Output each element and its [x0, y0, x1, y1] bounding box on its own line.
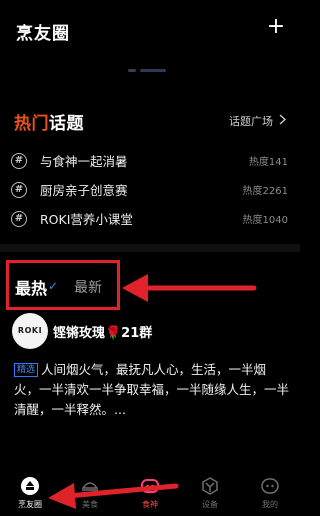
tab-food[interactable]: 美食 — [70, 476, 110, 510]
tab-label: 烹友圈 — [18, 500, 42, 509]
tab-newest[interactable]: 最新 — [74, 277, 102, 297]
carousel-dot-active[interactable] — [140, 68, 166, 72]
tab-label: 设备 — [202, 500, 218, 509]
tab-chef[interactable]: 食神 — [130, 476, 170, 510]
topic-square-link[interactable]: 话题广场 — [229, 113, 286, 129]
hot-topics-header: 热门话题 话题广场 — [0, 106, 300, 136]
topic-heat: 热度141 — [248, 157, 288, 168]
hot-topics-title: 热门话题 — [14, 109, 84, 134]
carousel-dot[interactable] — [128, 68, 136, 72]
chef-icon — [141, 479, 159, 493]
tab-label: 食神 — [142, 500, 158, 509]
post-content[interactable]: 精选 人间烟火气，最抚凡人心，生活，一半烟火，一半清欢一半争取幸福，一半随缘人生，… — [14, 360, 290, 420]
topic-heat: 热度2261 — [242, 186, 288, 197]
section-divider — [0, 244, 300, 252]
annotation-arrow-tabs — [122, 274, 257, 302]
topic-list: # 与食神一起消暑 热度141 # 厨房亲子创意赛 热度2261 # ROKI营… — [0, 146, 300, 233]
tab-label: 美食 — [82, 500, 98, 509]
topic-item[interactable]: # ROKI营养小课堂 热度1040 — [0, 204, 300, 233]
food-icon — [81, 482, 99, 491]
featured-badge: 精选 — [14, 363, 39, 377]
hot-topics-title-rest: 话题 — [49, 114, 84, 134]
feed-tabs-highlight-box: 最热 ✓ 最新 — [6, 260, 120, 310]
hashtag-icon: # — [11, 152, 27, 169]
tab-device[interactable]: 设备 — [190, 476, 230, 510]
post-text: 人间烟火气，最抚凡人心，生活，一半烟火，一半清欢一半争取幸福，一半随缘人生，一半… — [14, 362, 290, 417]
tab-home[interactable]: 烹友圈 — [10, 476, 50, 510]
topic-item[interactable]: # 厨房亲子创意赛 热度2261 — [0, 175, 300, 204]
hot-topics-title-highlight: 热门 — [14, 114, 49, 134]
topic-name: 与食神一起消暑 — [40, 154, 128, 169]
topic-square-label: 话题广场 — [229, 115, 273, 128]
avatar[interactable]: ROKI — [12, 313, 48, 349]
topic-item[interactable]: # 与食神一起消暑 热度141 — [0, 146, 300, 175]
bottom-tab-bar: 烹友圈 美食 食神 设备 我的 — [0, 470, 300, 516]
topic-name: ROKI营养小课堂 — [40, 212, 133, 227]
carousel-indicator — [128, 68, 166, 72]
page-title: 烹友圈 — [16, 24, 70, 44]
tab-label: 我的 — [262, 500, 278, 509]
tab-hottest[interactable]: 最热 — [15, 275, 47, 299]
topic-heat: 热度1040 — [242, 215, 288, 226]
device-icon — [202, 477, 218, 495]
check-icon: ✓ — [48, 279, 59, 293]
hashtag-icon: # — [11, 210, 27, 227]
home-icon — [21, 477, 39, 495]
topic-name: 厨房亲子创意赛 — [40, 183, 128, 198]
chevron-right-icon — [279, 114, 286, 128]
top-bar: 烹友圈 + — [0, 0, 300, 62]
tab-profile[interactable]: 我的 — [250, 476, 290, 510]
post-author[interactable]: ROKI 铿锵玫瑰🌹21群 — [12, 313, 292, 349]
author-name[interactable]: 铿锵玫瑰🌹21群 — [53, 322, 152, 341]
profile-icon — [261, 478, 279, 494]
hashtag-icon: # — [11, 181, 27, 198]
add-button[interactable]: + — [266, 16, 286, 38]
